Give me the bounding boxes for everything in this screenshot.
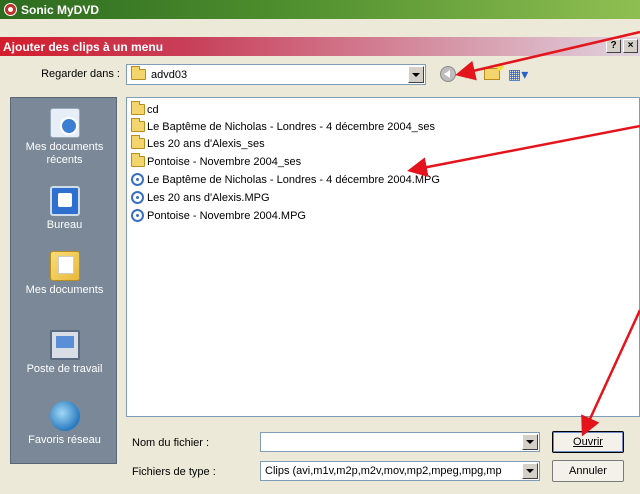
video-file-icon bbox=[131, 173, 144, 186]
list-item[interactable]: Le Baptême de Nicholas - Londres - 4 déc… bbox=[131, 172, 440, 187]
list-item[interactable]: Les 20 ans d'Alexis.MPG bbox=[131, 190, 270, 205]
desktop-icon bbox=[49, 186, 80, 216]
place-network[interactable]: Favoris réseau bbox=[11, 401, 118, 447]
my-documents-icon bbox=[49, 251, 80, 281]
list-item[interactable]: cd bbox=[131, 101, 159, 117]
place-label: Favoris réseau bbox=[28, 434, 101, 446]
file-list[interactable]: cd Le Baptême de Nicholas - Londres - 4 … bbox=[126, 97, 640, 417]
list-item[interactable]: Pontoise - Novembre 2004.MPG bbox=[131, 208, 306, 223]
file-name: Le Baptême de Nicholas - Londres - 4 déc… bbox=[147, 173, 440, 186]
place-my-documents[interactable]: Mes documents bbox=[11, 251, 118, 297]
filename-input[interactable] bbox=[260, 432, 540, 452]
filetype-label: Fichiers de type : bbox=[132, 466, 216, 478]
lookin-label: Regarder dans : bbox=[41, 68, 120, 80]
file-name: Les 20 ans d'Alexis_ses bbox=[147, 137, 265, 150]
folder-icon bbox=[131, 101, 145, 115]
place-recent-documents[interactable]: Mes documents récents bbox=[11, 108, 118, 167]
open-button-label: Ouvrir bbox=[573, 436, 603, 448]
sonic-app-icon bbox=[4, 3, 17, 16]
place-label: Bureau bbox=[46, 219, 83, 231]
file-name: Le Baptême de Nicholas - Londres - 4 déc… bbox=[147, 120, 436, 133]
video-file-icon bbox=[131, 191, 144, 204]
folder-icon bbox=[131, 135, 145, 149]
app-title: Sonic MyDVD bbox=[21, 2, 100, 17]
file-name: cd bbox=[147, 103, 159, 116]
filetype-value: Clips (avi,m1v,m2p,m2v,mov,mp2,mpeg,mpg,… bbox=[265, 465, 502, 477]
list-item[interactable]: Le Baptême de Nicholas - Londres - 4 déc… bbox=[131, 118, 436, 134]
chevron-down-icon[interactable] bbox=[408, 66, 424, 83]
new-folder-icon[interactable] bbox=[484, 68, 500, 80]
filetype-select[interactable]: Clips (avi,m1v,m2p,m2v,mov,mp2,mpeg,mpg,… bbox=[260, 461, 540, 481]
dialog-titlebar: Ajouter des clips à un menu ? × bbox=[0, 37, 640, 56]
title-buttons: ? × bbox=[606, 39, 638, 53]
back-icon[interactable] bbox=[440, 66, 456, 82]
list-item[interactable]: Pontoise - Novembre 2004_ses bbox=[131, 153, 302, 169]
place-desktop[interactable]: Bureau bbox=[11, 186, 118, 232]
file-name: Pontoise - Novembre 2004.MPG bbox=[147, 209, 306, 222]
folder-icon bbox=[131, 153, 145, 167]
folder-icon bbox=[131, 66, 146, 80]
up-folder-icon[interactable]: ↑ bbox=[462, 66, 480, 82]
chevron-down-icon[interactable] bbox=[522, 463, 538, 479]
folder-icon bbox=[131, 118, 145, 132]
chevron-down-icon[interactable] bbox=[522, 434, 538, 450]
help-button[interactable]: ? bbox=[606, 39, 621, 53]
file-name: Les 20 ans d'Alexis.MPG bbox=[147, 191, 270, 204]
close-button[interactable]: × bbox=[623, 39, 638, 53]
file-name: Pontoise - Novembre 2004_ses bbox=[147, 155, 302, 168]
views-menu-icon[interactable]: ▦▾ bbox=[508, 66, 534, 82]
place-my-computer[interactable]: Poste de travail bbox=[11, 330, 118, 376]
place-label: Mes documents bbox=[25, 284, 104, 296]
place-label: Poste de travail bbox=[26, 363, 103, 375]
recent-documents-icon bbox=[49, 108, 80, 138]
places-bar: Mes documents récents Bureau Mes documen… bbox=[10, 97, 117, 464]
app-titlebar: Sonic MyDVD bbox=[0, 0, 640, 19]
cancel-button[interactable]: Annuler bbox=[552, 460, 624, 482]
lookin-value: advd03 bbox=[151, 68, 188, 81]
open-button[interactable]: Ouvrir bbox=[552, 431, 624, 453]
network-places-icon bbox=[49, 401, 80, 431]
lookin-combo[interactable]: advd03 bbox=[126, 64, 426, 85]
place-label: Mes documents récents bbox=[25, 141, 104, 166]
video-file-icon bbox=[131, 209, 144, 222]
list-item[interactable]: Les 20 ans d'Alexis_ses bbox=[131, 135, 265, 151]
my-computer-icon bbox=[49, 330, 80, 360]
dialog-title: Ajouter des clips à un menu bbox=[3, 39, 164, 54]
filename-label: Nom du fichier : bbox=[132, 437, 210, 449]
